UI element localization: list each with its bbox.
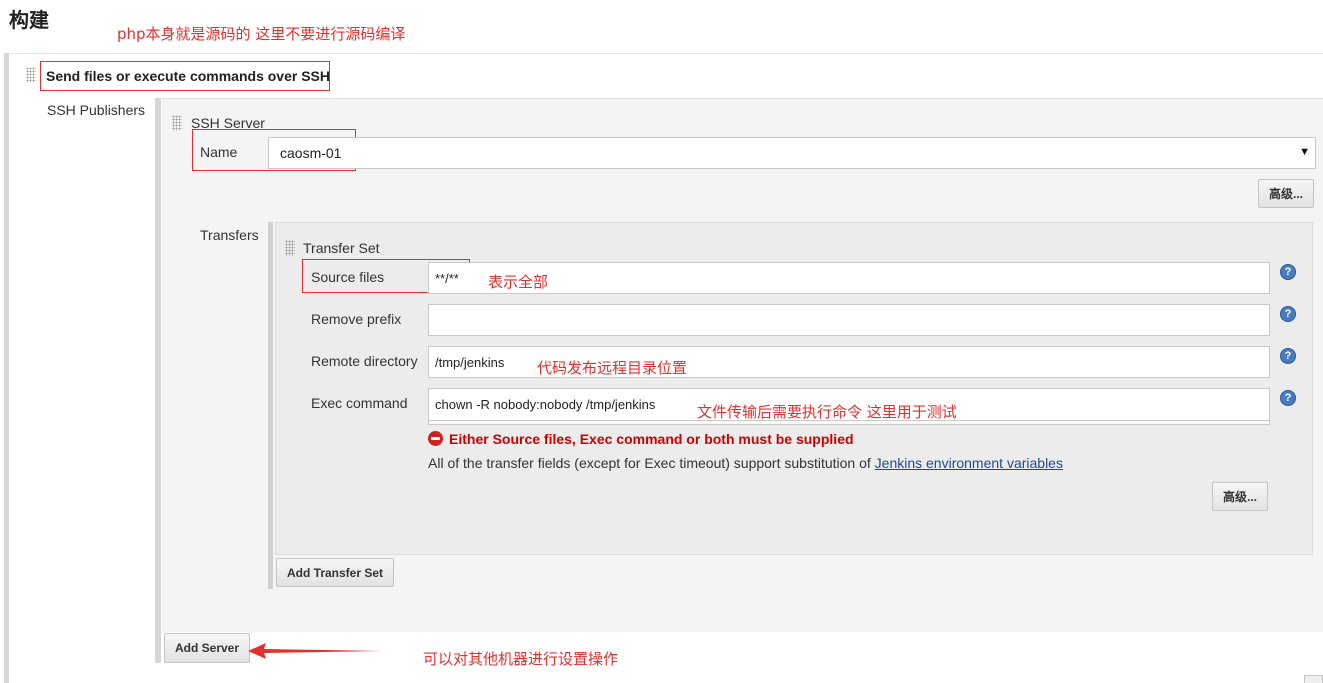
drag-handle-icon[interactable] bbox=[172, 115, 182, 131]
server-advanced-button[interactable]: 高级... bbox=[1258, 179, 1314, 208]
help-icon[interactable]: ? bbox=[1280, 390, 1296, 406]
builder-title: Send files or execute commands over SSH bbox=[46, 68, 330, 84]
transfer-advanced-button[interactable]: 高级... bbox=[1212, 482, 1268, 511]
server-frame-bar bbox=[155, 98, 161, 663]
transfer-set-label: Transfer Set bbox=[303, 240, 380, 256]
help-icon[interactable]: ? bbox=[1280, 348, 1296, 364]
substitution-info: All of the transfer fields (except for E… bbox=[428, 455, 1063, 471]
page-title: 构建 bbox=[9, 8, 49, 32]
transfers-label: Transfers bbox=[200, 227, 259, 243]
name-label: Name bbox=[200, 144, 238, 160]
add-server-button[interactable]: Add Server bbox=[164, 633, 250, 663]
remove-prefix-label: Remove prefix bbox=[311, 311, 402, 327]
ssh-publishers-label: SSH Publishers bbox=[47, 102, 146, 118]
add-transfer-set-button[interactable]: Add Transfer Set bbox=[276, 558, 394, 587]
exec-command-label: Exec command bbox=[311, 395, 408, 411]
remove-prefix-input[interactable] bbox=[428, 304, 1270, 336]
remote-directory-label: Remote directory bbox=[311, 353, 418, 369]
annotation-php-note: php本身就是源码的 这里不要进行源码编译 bbox=[117, 25, 406, 43]
ssh-server-select[interactable]: caosm-01 ▼ bbox=[268, 137, 1316, 169]
annotation-remote-dir: 代码发布远程目录位置 bbox=[537, 359, 688, 377]
partial-button[interactable] bbox=[1304, 675, 1323, 683]
annotation-add-server: 可以对其他机器进行设置操作 bbox=[423, 650, 619, 668]
validation-error: Either Source files, Exec command or bot… bbox=[428, 431, 854, 447]
error-icon bbox=[428, 431, 443, 446]
error-message: Either Source files, Exec command or bot… bbox=[449, 431, 854, 447]
transfer-frame-bar bbox=[268, 222, 273, 589]
help-icon[interactable]: ? bbox=[1280, 306, 1296, 322]
annotation-arrow-icon bbox=[248, 643, 384, 659]
ssh-server-selected: caosm-01 bbox=[280, 145, 342, 161]
env-variables-link[interactable]: Jenkins environment variables bbox=[875, 455, 1063, 471]
annotation-source-all: 表示全部 bbox=[488, 273, 549, 291]
builder-frame-bar bbox=[4, 53, 9, 683]
chevron-down-icon: ▼ bbox=[1299, 146, 1310, 158]
source-files-label: Source files bbox=[311, 269, 385, 285]
drag-handle-icon[interactable] bbox=[285, 240, 295, 256]
info-text: All of the transfer fields (except for E… bbox=[428, 455, 875, 471]
source-files-input[interactable]: **/** bbox=[428, 262, 1270, 294]
drag-handle-icon[interactable] bbox=[26, 67, 36, 83]
annotation-exec-note: 文件传输后需要执行命令 这里用于测试 bbox=[697, 403, 957, 421]
builder-divider bbox=[9, 53, 1323, 54]
help-icon[interactable]: ? bbox=[1280, 264, 1296, 280]
